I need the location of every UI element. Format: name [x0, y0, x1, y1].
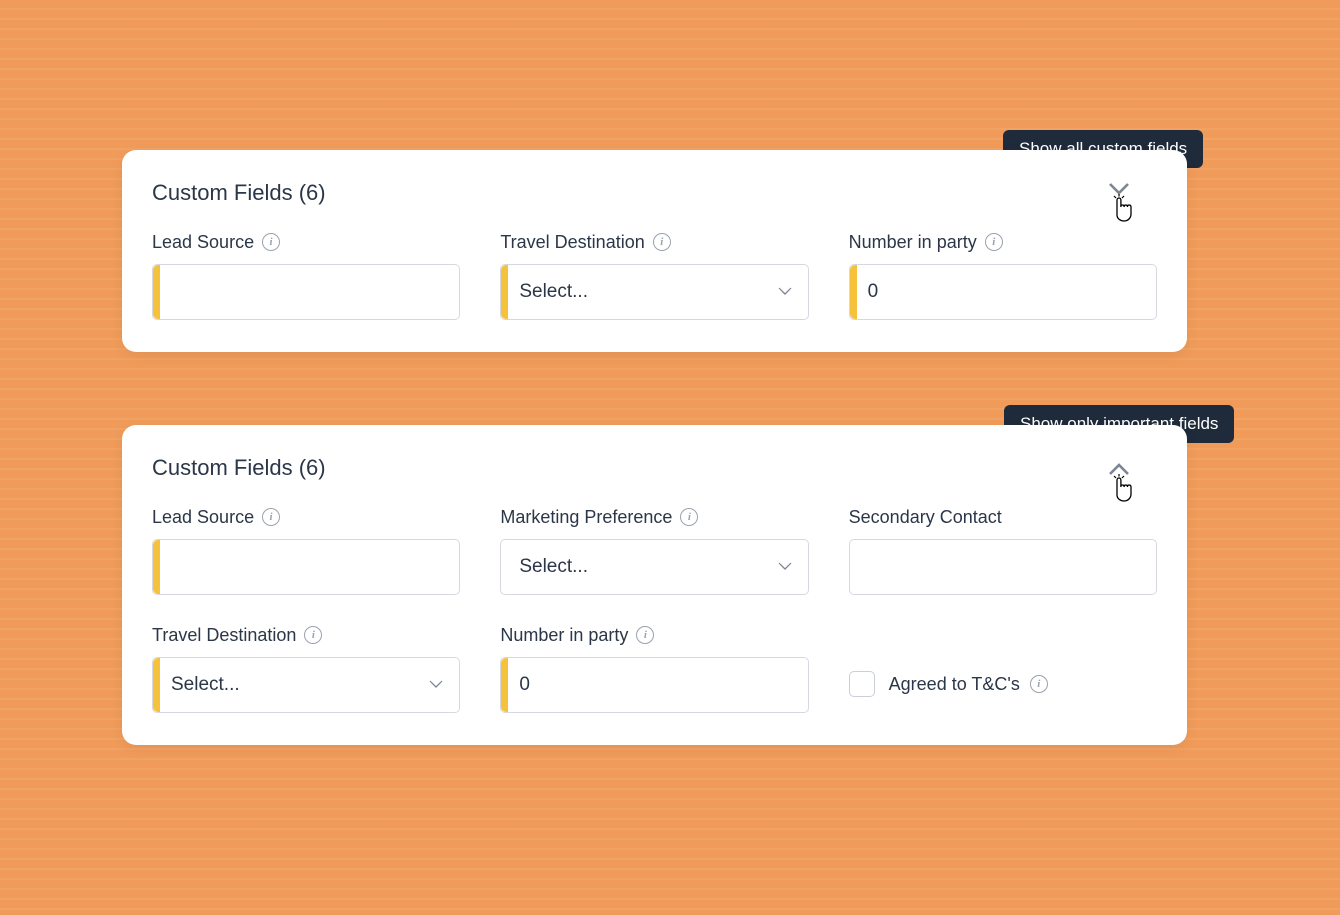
fields-row: Travel Destination i Select... Number in… — [152, 623, 1157, 713]
info-icon[interactable]: i — [262, 233, 280, 251]
chevron-down-icon — [778, 281, 792, 303]
panel-title: Custom Fields (6) — [152, 180, 1157, 206]
field-secondary-contact: Secondary Contact — [849, 505, 1157, 595]
info-icon[interactable]: i — [653, 233, 671, 251]
fields-row: Lead Source i Marketing Preference i Sel… — [152, 505, 1157, 595]
lead-source-input[interactable] — [152, 264, 460, 320]
field-agreed-tcs: Agreed to T&C's i — [849, 623, 1157, 713]
field-number-in-party: Number in party i 0 — [849, 230, 1157, 320]
fields-row: Lead Source i Travel Destination i Selec… — [152, 230, 1157, 320]
custom-fields-panel-expanded: Custom Fields (6) Lead Source i Marketin… — [122, 425, 1187, 745]
info-icon[interactable]: i — [985, 233, 1003, 251]
select-placeholder: Select... — [519, 281, 588, 303]
number-in-party-input[interactable]: 0 — [500, 657, 808, 713]
input-value: 0 — [519, 674, 530, 696]
field-travel-destination: Travel Destination i Select... — [500, 230, 808, 320]
secondary-contact-input[interactable] — [849, 539, 1157, 595]
field-marketing-preference: Marketing Preference i Select... — [500, 505, 808, 595]
agreed-tcs-checkbox[interactable] — [849, 671, 875, 697]
label-text: Secondary Contact — [849, 507, 1002, 528]
chevron-down-icon — [429, 674, 443, 696]
field-lead-source: Lead Source i — [152, 505, 460, 595]
field-label: Number in party i — [500, 623, 808, 647]
chevron-down-icon — [778, 556, 792, 578]
info-icon[interactable]: i — [680, 508, 698, 526]
field-label: Secondary Contact — [849, 505, 1157, 529]
field-label: Number in party i — [849, 230, 1157, 254]
custom-fields-panel-collapsed: Custom Fields (6) Lead Source i Travel D… — [122, 150, 1187, 352]
select-placeholder: Select... — [519, 556, 588, 578]
label-text: Lead Source — [152, 507, 254, 528]
field-label: Travel Destination i — [152, 623, 460, 647]
field-travel-destination: Travel Destination i Select... — [152, 623, 460, 713]
label-text: Marketing Preference — [500, 507, 672, 528]
field-label: Travel Destination i — [500, 230, 808, 254]
cursor-pointer-icon — [1109, 473, 1135, 503]
label-text: Lead Source — [152, 232, 254, 253]
number-in-party-input[interactable]: 0 — [849, 264, 1157, 320]
checkbox-label: Agreed to T&C's i — [889, 674, 1048, 695]
field-label: Lead Source i — [152, 505, 460, 529]
info-icon[interactable]: i — [1030, 675, 1048, 693]
label-text: Travel Destination — [152, 625, 296, 646]
input-value: 0 — [868, 281, 879, 303]
field-number-in-party: Number in party i 0 — [500, 623, 808, 713]
panel-title: Custom Fields (6) — [152, 455, 1157, 481]
field-lead-source: Lead Source i — [152, 230, 460, 320]
field-label — [849, 623, 1157, 647]
label-text: Number in party — [849, 232, 977, 253]
lead-source-input[interactable] — [152, 539, 460, 595]
label-text: Number in party — [500, 625, 628, 646]
checkbox-row: Agreed to T&C's i — [849, 657, 1157, 697]
label-text: Agreed to T&C's — [889, 674, 1020, 695]
info-icon[interactable]: i — [636, 626, 654, 644]
select-placeholder: Select... — [171, 674, 240, 696]
marketing-preference-select[interactable]: Select... — [500, 539, 808, 595]
label-text: Travel Destination — [500, 232, 644, 253]
info-icon[interactable]: i — [304, 626, 322, 644]
cursor-pointer-icon — [1109, 193, 1135, 223]
field-label: Marketing Preference i — [500, 505, 808, 529]
travel-destination-select[interactable]: Select... — [152, 657, 460, 713]
travel-destination-select[interactable]: Select... — [500, 264, 808, 320]
info-icon[interactable]: i — [262, 508, 280, 526]
field-label: Lead Source i — [152, 230, 460, 254]
